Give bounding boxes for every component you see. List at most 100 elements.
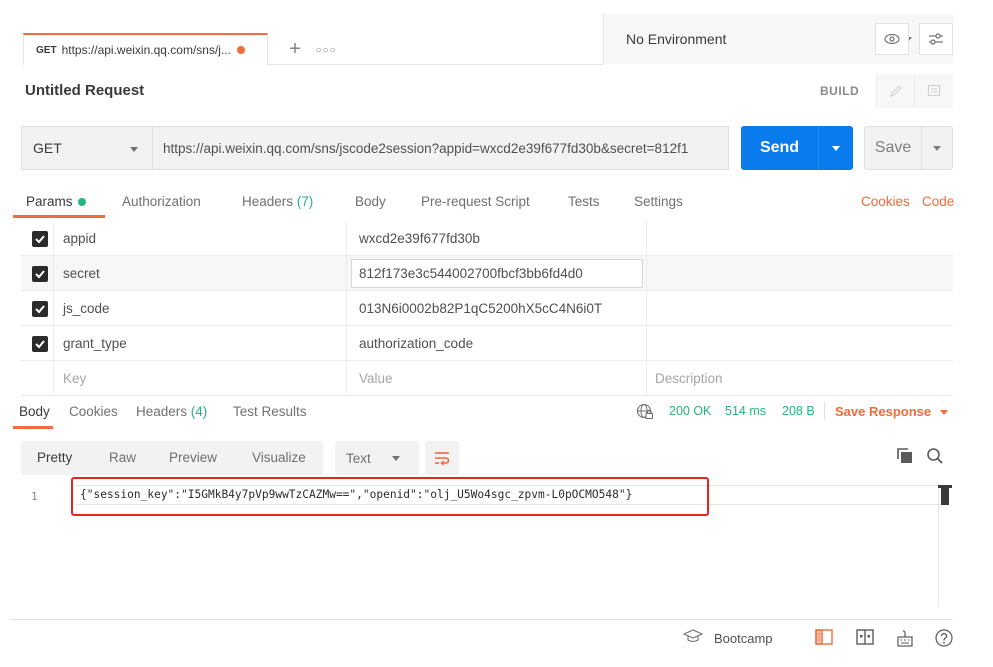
tab-settings[interactable]: Settings bbox=[634, 194, 683, 209]
status-divider bbox=[824, 402, 825, 420]
url-input[interactable]: https://api.weixin.qq.com/sns/jscode2ses… bbox=[152, 126, 729, 170]
scrollbar-thumb[interactable] bbox=[938, 485, 952, 505]
param-key[interactable]: appid bbox=[63, 231, 96, 246]
chevron-down-icon bbox=[933, 145, 941, 151]
response-tab-headers[interactable]: Headers (4) bbox=[136, 404, 207, 419]
method-select[interactable]: GET bbox=[21, 126, 152, 170]
search-icon[interactable] bbox=[926, 447, 944, 468]
environment-area: No Environment bbox=[603, 14, 953, 64]
build-label: BUILD bbox=[820, 84, 860, 98]
active-tab-underline bbox=[13, 215, 105, 218]
send-options-button[interactable] bbox=[819, 145, 853, 151]
checkbox[interactable] bbox=[32, 336, 48, 352]
column-divider bbox=[53, 221, 54, 256]
edit-pencil-icon[interactable] bbox=[876, 74, 914, 108]
format-select[interactable]: Text bbox=[335, 441, 419, 475]
column-divider bbox=[53, 326, 54, 361]
footer-divider bbox=[10, 619, 953, 620]
help-icon[interactable] bbox=[934, 628, 954, 651]
bootcamp-link[interactable]: Bootcamp bbox=[714, 631, 773, 646]
view-pretty-button[interactable]: Pretty bbox=[37, 450, 72, 465]
tab-bar-divider bbox=[268, 64, 603, 65]
save-options-button[interactable] bbox=[922, 145, 952, 151]
environment-select[interactable]: No Environment bbox=[614, 23, 912, 55]
response-status[interactable]: 200 OK bbox=[669, 404, 711, 418]
column-divider bbox=[53, 291, 54, 326]
value-placeholder[interactable]: Value bbox=[359, 371, 393, 386]
code-link[interactable]: Code bbox=[922, 194, 954, 209]
tab-headers[interactable]: Headers (7) bbox=[242, 194, 313, 209]
keyboard-shortcuts-icon[interactable] bbox=[895, 628, 915, 651]
tab-prerequest-script[interactable]: Pre-request Script bbox=[421, 194, 530, 209]
unsaved-dot-icon bbox=[236, 46, 245, 54]
checkbox[interactable] bbox=[32, 301, 48, 317]
response-size[interactable]: 208 B bbox=[782, 404, 815, 418]
tab-url: https://api.weixin.qq.com/sns/j... bbox=[61, 43, 231, 57]
response-tab-test-results[interactable]: Test Results bbox=[233, 404, 307, 419]
chevron-down-icon bbox=[130, 147, 138, 152]
param-key[interactable]: js_code bbox=[63, 301, 110, 316]
comment-icon[interactable] bbox=[914, 74, 952, 108]
environment-label: No Environment bbox=[626, 31, 727, 47]
chevron-down-icon bbox=[392, 456, 400, 461]
top-bar: GET https://api.weixin.qq.com/sns/j... +… bbox=[0, 0, 993, 65]
copy-icon[interactable] bbox=[896, 447, 914, 468]
param-key[interactable]: grant_type bbox=[63, 336, 127, 351]
column-divider bbox=[646, 256, 647, 291]
param-value[interactable]: 013N6i0002b82P1qC5200hX5cC4N6i0T bbox=[359, 301, 602, 316]
active-dot-icon bbox=[77, 198, 86, 207]
view-visualize-button[interactable]: Visualize bbox=[252, 450, 306, 465]
new-tab-button[interactable]: + bbox=[280, 36, 310, 62]
request-tab[interactable]: GET https://api.weixin.qq.com/sns/j... bbox=[23, 33, 268, 65]
table-row-new: Key Value Description bbox=[21, 361, 953, 396]
column-divider bbox=[53, 361, 54, 396]
headers-count: (7) bbox=[296, 194, 314, 209]
param-value[interactable]: authorization_code bbox=[359, 336, 473, 351]
request-title[interactable]: Untitled Request bbox=[25, 82, 144, 99]
tab-authorization[interactable]: Authorization bbox=[122, 194, 201, 209]
checkbox[interactable] bbox=[32, 231, 48, 247]
method-label: GET bbox=[33, 140, 62, 156]
globe-lock-icon[interactable] bbox=[636, 403, 654, 424]
chevron-down-icon[interactable] bbox=[940, 410, 948, 415]
param-value[interactable]: wxcd2e39f677fd30b bbox=[359, 231, 480, 246]
sidebar-toggle-icon[interactable] bbox=[814, 628, 834, 649]
view-preview-button[interactable]: Preview bbox=[169, 450, 217, 465]
response-tab-body[interactable]: Body bbox=[19, 404, 50, 419]
send-label: Send bbox=[759, 139, 800, 156]
key-placeholder[interactable]: Key bbox=[63, 371, 86, 386]
tab-method: GET bbox=[36, 44, 57, 56]
checkbox[interactable] bbox=[32, 266, 48, 282]
view-raw-button[interactable]: Raw bbox=[109, 450, 136, 465]
build-buttons bbox=[876, 74, 953, 108]
column-divider bbox=[53, 256, 54, 291]
tab-tests[interactable]: Tests bbox=[568, 194, 600, 209]
settings-sliders-icon[interactable] bbox=[919, 23, 953, 55]
response-headers-count: (4) bbox=[190, 404, 208, 419]
table-row: js_code 013N6i0002b82P1qC5200hX5cC4N6i0T bbox=[21, 291, 953, 326]
table-row: grant_type authorization_code bbox=[21, 326, 953, 361]
column-divider bbox=[346, 256, 347, 291]
param-key[interactable]: secret bbox=[63, 266, 100, 281]
request-tabs: Params Authorization Headers (7) Body Pr… bbox=[0, 188, 993, 218]
wrap-lines-icon[interactable] bbox=[425, 441, 459, 475]
response-view-group: Pretty Raw Preview Visualize bbox=[21, 441, 323, 475]
eye-icon[interactable] bbox=[875, 23, 909, 55]
save-label: Save bbox=[874, 139, 912, 156]
two-pane-view-icon[interactable] bbox=[855, 628, 875, 649]
tab-params[interactable]: Params bbox=[26, 194, 86, 209]
response-headers-label: Headers bbox=[136, 404, 188, 419]
description-placeholder[interactable]: Description bbox=[655, 371, 723, 386]
tab-body[interactable]: Body bbox=[355, 194, 386, 209]
save-button[interactable]: Save bbox=[864, 126, 953, 170]
column-divider bbox=[346, 291, 347, 326]
save-response-button[interactable]: Save Response bbox=[835, 404, 931, 419]
response-tab-cookies[interactable]: Cookies bbox=[69, 404, 118, 419]
response-time[interactable]: 514 ms bbox=[725, 404, 766, 418]
format-label: Text bbox=[346, 450, 371, 466]
cookies-link[interactable]: Cookies bbox=[861, 194, 910, 209]
param-value-input[interactable]: 812f173e3c544002700fbcf3bb6fd4d0 bbox=[351, 259, 643, 288]
graduation-cap-icon[interactable] bbox=[682, 629, 704, 646]
send-button[interactable]: Send bbox=[741, 126, 853, 170]
more-tabs-icon[interactable]: ○○○ bbox=[313, 41, 339, 59]
